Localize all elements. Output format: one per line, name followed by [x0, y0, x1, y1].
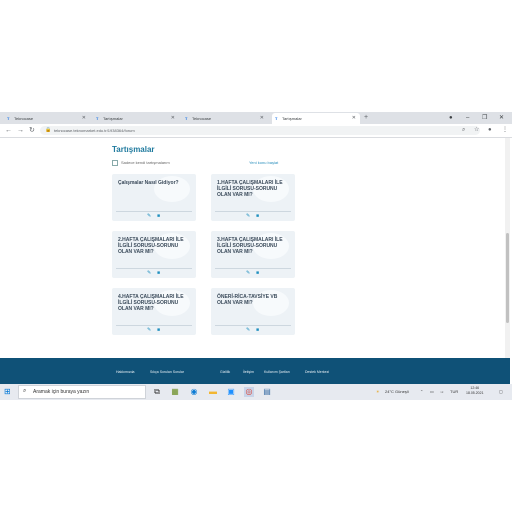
system-clock[interactable]: 12:46 18.05.2021 — [466, 386, 484, 396]
browser-tab[interactable]: T Teknocase ✕ — [4, 113, 90, 124]
app-icon[interactable]: ▦ — [170, 387, 180, 397]
checkbox[interactable] — [112, 160, 118, 166]
browser-toolbar: ← → ↻ 🔒 teknocase.teknomarket.edu.tr/193… — [0, 124, 512, 138]
discussion-card[interactable]: Çalışmalar Nasıl Gidiyor? ✎ ■ — [112, 174, 196, 221]
address-url: teknocase.teknomarket.edu.tr/1938364/for… — [54, 128, 135, 133]
volume-icon[interactable]: ◅ — [440, 384, 443, 400]
tab-close-icon[interactable]: ✕ — [171, 113, 175, 124]
minimize-icon[interactable]: – — [466, 112, 469, 124]
os-taskbar: ⊞ ⌕ Aramak için buraya yazın ⧉ ▦ ◉ ▬ ▣ ◎… — [0, 384, 512, 400]
footer-link[interactable]: Destek Merkezi — [305, 370, 329, 374]
tab-favicon-icon: T — [185, 116, 188, 121]
file-explorer-icon[interactable]: ▬ — [208, 387, 218, 397]
footer-link[interactable]: Kullanım Şartları — [264, 370, 290, 374]
windows-start-icon[interactable]: ⊞ — [4, 388, 11, 396]
tab-title: Tartışmalar — [103, 116, 123, 121]
checkbox-label: Sadece kendi tartışmalarım — [121, 160, 170, 166]
card-divider — [215, 325, 291, 326]
screenshot: T Teknocase ✕ T Tartışmalar ✕ T Teknocas… — [0, 112, 512, 400]
tab-close-icon[interactable]: ✕ — [82, 113, 86, 124]
start-new-topic-link[interactable]: Yeni konu başlat — [249, 160, 278, 165]
discussion-title: 2.HAFTA ÇALIŞMALARI İLE İLGİLİ SORUSU-SO… — [118, 237, 184, 255]
discussion-title: 1.HAFTA ÇALIŞMALARI İLE İLGİLİ SORUSU-SO… — [217, 180, 283, 198]
reload-icon[interactable]: ↻ — [29, 124, 35, 137]
card-divider — [215, 211, 291, 212]
discussion-card[interactable]: 2.HAFTA ÇALIŞMALARI İLE İLGİLİ SORUSU-SO… — [112, 231, 196, 278]
page-content: Tartışmalar Sadece kendi tartışmalarım Y… — [0, 138, 512, 386]
card-divider — [116, 325, 192, 326]
taskbar-search-box[interactable]: ⌕ Aramak için buraya yazın — [18, 385, 146, 399]
input-language[interactable]: TUR — [450, 384, 458, 400]
page-title: Tartışmalar — [112, 145, 155, 154]
discussion-card[interactable]: 4.HAFTA ÇALIŞMALARI İLE İLGİLİ SORUSU-SO… — [112, 288, 196, 335]
chrome-browser-icon[interactable]: ◎ — [244, 387, 254, 397]
edit-pencil-icon[interactable]: ✎ — [147, 270, 151, 276]
discussion-title: Çalışmalar Nasıl Gidiyor? — [118, 180, 179, 186]
tab-favicon-icon: T — [275, 116, 278, 121]
app-icon[interactable]: ▤ — [262, 387, 272, 397]
edit-pencil-icon[interactable]: ✎ — [147, 213, 151, 219]
profile-dot-icon[interactable]: ● — [449, 112, 453, 124]
edit-pencil-icon[interactable]: ✎ — [147, 327, 151, 333]
delete-trash-icon[interactable]: ■ — [256, 270, 259, 276]
delete-trash-icon[interactable]: ■ — [157, 270, 160, 276]
back-arrow-icon[interactable]: ← — [5, 124, 12, 137]
tab-close-icon[interactable]: ✕ — [352, 113, 356, 124]
tab-title: Teknocase — [192, 116, 212, 121]
footer-link[interactable]: İletişim — [243, 370, 254, 374]
card-divider — [116, 268, 192, 269]
edit-pencil-icon[interactable]: ✎ — [246, 270, 250, 276]
card-divider — [116, 211, 192, 212]
site-footer: Hakkımızda Sıkça Sorulan Sorular Gizlili… — [0, 358, 510, 386]
new-tab-button[interactable]: + — [364, 112, 368, 124]
maximize-icon[interactable]: ❐ — [482, 112, 487, 124]
network-icon[interactable]: ▭ — [430, 384, 434, 400]
footer-link[interactable]: Gizlilik — [220, 370, 230, 374]
scrollbar-thumb[interactable] — [506, 233, 509, 323]
edit-pencil-icon[interactable]: ✎ — [246, 213, 250, 219]
task-view-icon[interactable]: ⧉ — [152, 387, 162, 397]
tab-favicon-icon: T — [96, 116, 99, 121]
browser-tab-active[interactable]: T Tartışmalar ✕ — [272, 113, 360, 124]
discussion-card[interactable]: 1.HAFTA ÇALIŞMALARI İLE İLGİLİ SORUSU-SO… — [211, 174, 295, 221]
delete-trash-icon[interactable]: ■ — [256, 213, 259, 219]
forward-arrow-icon[interactable]: → — [17, 124, 24, 137]
clock-date: 18.05.2021 — [466, 391, 484, 395]
delete-trash-icon[interactable]: ■ — [256, 327, 259, 333]
profile-avatar-icon[interactable]: ● — [488, 124, 492, 137]
tab-close-icon[interactable]: ✕ — [260, 113, 264, 124]
discussion-title: ÖNERİ-RİCA-TAVSİYE VB OLAN VAR MI? — [217, 294, 278, 306]
browser-tab-strip: T Teknocase ✕ T Tartışmalar ✕ T Teknocas… — [0, 112, 512, 124]
lock-icon: 🔒 — [45, 127, 52, 133]
zoom-search-icon[interactable]: ⌕ — [462, 124, 465, 137]
address-bar[interactable]: 🔒 teknocase.teknomarket.edu.tr/1938364/f… — [40, 126, 480, 135]
taskbar-search-placeholder: Aramak için buraya yazın — [33, 389, 90, 395]
search-icon: ⌕ — [23, 388, 27, 394]
tab-title: Teknocase — [14, 116, 34, 121]
store-icon[interactable]: ▣ — [226, 387, 236, 397]
own-discussions-filter[interactable]: Sadece kendi tartışmalarım — [112, 160, 170, 166]
bookmark-star-icon[interactable]: ☆ — [474, 124, 479, 137]
footer-link[interactable]: Hakkımızda — [116, 370, 134, 374]
discussion-title: 4.HAFTA ÇALIŞMALARI İLE İLGİLİ SORUSU-SO… — [118, 294, 184, 312]
browser-tab[interactable]: T Tartışmalar ✕ — [93, 113, 179, 124]
tray-chevron-icon[interactable]: ⌃ — [420, 384, 423, 400]
discussion-card[interactable]: 3.HAFTA ÇALIŞMALARI İLE İLGİLİ SORUSU-SO… — [211, 231, 295, 278]
menu-kebab-icon[interactable]: ⋮ — [502, 124, 508, 137]
tab-title: Tartışmalar — [282, 116, 302, 121]
footer-link[interactable]: Sıkça Sorulan Sorular — [150, 370, 184, 374]
discussion-title: 3.HAFTA ÇALIŞMALARI İLE İLGİLİ SORUSU-SO… — [217, 237, 283, 255]
edit-pencil-icon[interactable]: ✎ — [246, 327, 250, 333]
card-divider — [215, 268, 291, 269]
weather-text[interactable]: 24°C Güneşli — [385, 384, 409, 400]
weather-sun-icon[interactable]: ☀ — [376, 384, 380, 400]
tab-favicon-icon: T — [7, 116, 10, 121]
edge-browser-icon[interactable]: ◉ — [189, 387, 199, 397]
notifications-icon[interactable]: ▢ — [499, 384, 503, 400]
window-close-icon[interactable]: ✕ — [499, 112, 504, 124]
browser-tab[interactable]: T Teknocase ✕ — [182, 113, 268, 124]
delete-trash-icon[interactable]: ■ — [157, 327, 160, 333]
discussion-card[interactable]: ÖNERİ-RİCA-TAVSİYE VB OLAN VAR MI? ✎ ■ — [211, 288, 295, 335]
delete-trash-icon[interactable]: ■ — [157, 213, 160, 219]
